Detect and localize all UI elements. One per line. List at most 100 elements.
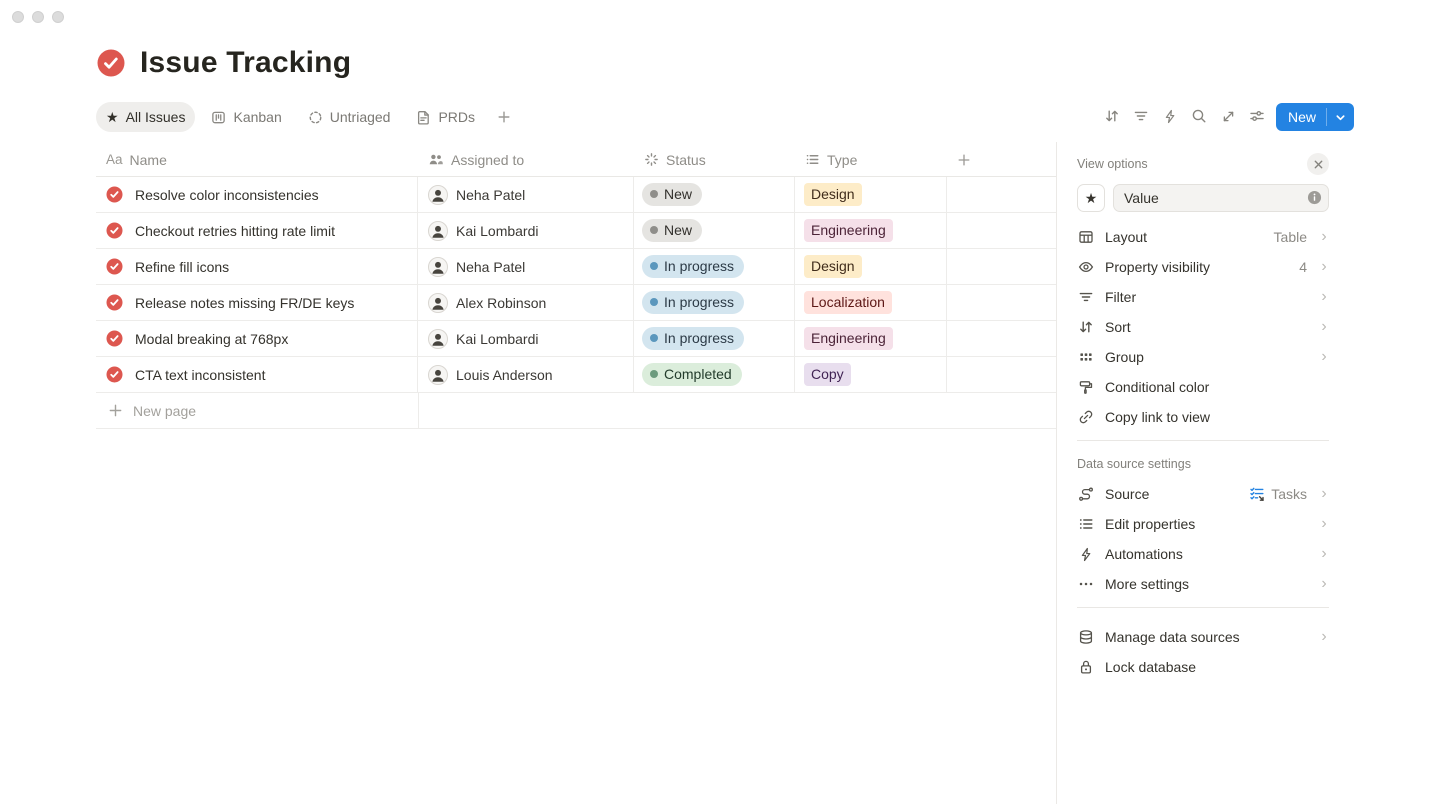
row-title[interactable]: Release notes missing FR/DE keys xyxy=(135,295,354,311)
view-name-input[interactable] xyxy=(1113,184,1329,212)
menu-item-group[interactable]: Group› xyxy=(1077,342,1329,372)
status-dot-icon xyxy=(650,334,658,342)
row-title[interactable]: Checkout retries hitting rate limit xyxy=(135,223,335,239)
name-cell[interactable]: Refine fill icons xyxy=(96,249,418,284)
status-cell[interactable]: In progress xyxy=(634,321,795,356)
tab-prds[interactable]: PRDs xyxy=(406,102,485,132)
type-cell[interactable]: Localization xyxy=(795,285,947,320)
window-close-button[interactable] xyxy=(12,11,24,23)
row-title[interactable]: Resolve color inconsistencies xyxy=(135,187,319,203)
column-header-name[interactable]: Aa Name xyxy=(96,143,418,176)
menu-item-automations[interactable]: Automations› xyxy=(1077,539,1329,569)
type-pill: Engineering xyxy=(804,219,893,242)
table-row[interactable]: Release notes missing FR/DE keys Alex Rob… xyxy=(96,285,1056,321)
empty-cell[interactable] xyxy=(947,213,1056,248)
automations-icon[interactable] xyxy=(1158,104,1182,128)
close-icon[interactable] xyxy=(1307,153,1329,175)
type-cell[interactable]: Design xyxy=(795,177,947,212)
menu-item-label: Layout xyxy=(1105,229,1264,245)
sort-arrows-icon[interactable] xyxy=(1100,104,1124,128)
type-cell[interactable]: Engineering xyxy=(795,213,947,248)
table-row[interactable]: Checkout retries hitting rate limit Kai L… xyxy=(96,213,1056,249)
expand-icon[interactable] xyxy=(1216,104,1240,128)
menu-item-label: Property visibility xyxy=(1105,259,1289,275)
type-cell[interactable]: Copy xyxy=(795,357,947,392)
assignee-cell[interactable]: Louis Anderson xyxy=(418,357,634,392)
row-title[interactable]: CTA text inconsistent xyxy=(135,367,265,383)
view-icon-button[interactable]: ★ xyxy=(1077,184,1105,212)
type-pill: Engineering xyxy=(804,327,893,350)
empty-cell[interactable] xyxy=(947,177,1056,212)
window-minimize-button[interactable] xyxy=(32,11,44,23)
assignee-cell[interactable]: Alex Robinson xyxy=(418,285,634,320)
panel-divider xyxy=(1077,607,1329,608)
new-button-label[interactable]: New xyxy=(1276,103,1326,131)
menu-item-sort[interactable]: Sort› xyxy=(1077,312,1329,342)
empty-cell[interactable] xyxy=(947,285,1056,320)
search-icon[interactable] xyxy=(1187,104,1211,128)
menu-item-layout[interactable]: LayoutTable› xyxy=(1077,222,1329,252)
type-cell[interactable]: Design xyxy=(795,249,947,284)
menu-item-edit-properties[interactable]: Edit properties› xyxy=(1077,509,1329,539)
assignee-cell[interactable]: Kai Lombardi xyxy=(418,213,634,248)
type-cell[interactable]: Engineering xyxy=(795,321,947,356)
tab-kanban[interactable]: Kanban xyxy=(201,102,291,132)
check-circle-icon[interactable] xyxy=(96,48,126,78)
tab-untriaged[interactable]: Untriaged xyxy=(298,102,401,132)
empty-cell[interactable] xyxy=(947,249,1056,284)
row-title[interactable]: Refine fill icons xyxy=(135,259,229,275)
assignee-name: Neha Patel xyxy=(456,187,525,203)
row-title[interactable]: Modal breaking at 768px xyxy=(135,331,288,347)
assignee-cell[interactable]: Kai Lombardi xyxy=(418,321,634,356)
name-cell[interactable]: Modal breaking at 768px xyxy=(96,321,418,356)
tab-all-issues[interactable]: ★ All Issues xyxy=(96,102,195,132)
status-label: Completed xyxy=(664,366,732,383)
menu-item-property-visibility[interactable]: Property visibility4› xyxy=(1077,252,1329,282)
menu-item-manage-data-sources[interactable]: Manage data sources› xyxy=(1077,622,1329,652)
status-dot-icon xyxy=(650,262,658,270)
status-cell[interactable]: Completed xyxy=(634,357,795,392)
new-page-row[interactable]: New page xyxy=(96,393,1056,429)
status-cell[interactable]: In progress xyxy=(634,285,795,320)
issues-table: Aa Name Assigned to Status Type Resolve … xyxy=(96,143,1056,429)
menu-item-more-settings[interactable]: More settings› xyxy=(1077,569,1329,599)
menu-item-source[interactable]: SourceTasks› xyxy=(1077,479,1329,509)
filter-lines-icon[interactable] xyxy=(1129,104,1153,128)
menu-item-copy-link-to-view[interactable]: Copy link to view› xyxy=(1077,402,1329,432)
status-cell[interactable]: New xyxy=(634,177,795,212)
name-cell[interactable]: Release notes missing FR/DE keys xyxy=(96,285,418,320)
empty-cell[interactable] xyxy=(947,321,1056,356)
name-cell[interactable]: Resolve color inconsistencies xyxy=(96,177,418,212)
tab-label: All Issues xyxy=(126,109,186,125)
table-row[interactable]: Modal breaking at 768px Kai LombardiIn pr… xyxy=(96,321,1056,357)
window-zoom-button[interactable] xyxy=(52,11,64,23)
name-cell[interactable]: CTA text inconsistent xyxy=(96,357,418,392)
menu-item-conditional-color[interactable]: Conditional color› xyxy=(1077,372,1329,402)
menu-item-label: Source xyxy=(1105,486,1239,502)
column-header-assigned-to[interactable]: Assigned to xyxy=(418,143,634,176)
menu-item-lock-database[interactable]: Lock database› xyxy=(1077,652,1329,682)
assignee-cell[interactable]: Neha Patel xyxy=(418,177,634,212)
status-cell[interactable]: New xyxy=(634,213,795,248)
new-button[interactable]: New xyxy=(1276,103,1354,131)
settings-sliders-icon[interactable] xyxy=(1245,104,1269,128)
add-column-button[interactable] xyxy=(947,143,1056,176)
chevron-right-icon: › xyxy=(1319,546,1329,562)
info-icon[interactable] xyxy=(1307,190,1322,205)
table-row[interactable]: Refine fill icons Neha PatelIn progressDe… xyxy=(96,249,1056,285)
menu-item-label: Sort xyxy=(1105,319,1297,335)
status-cell[interactable]: In progress xyxy=(634,249,795,284)
chevron-down-icon[interactable] xyxy=(1327,103,1354,131)
column-header-type[interactable]: Type xyxy=(795,143,947,176)
empty-cell[interactable] xyxy=(947,357,1056,392)
menu-item-filter[interactable]: Filter› xyxy=(1077,282,1329,312)
page-title[interactable]: Issue Tracking xyxy=(140,46,351,80)
assignee-cell[interactable]: Neha Patel xyxy=(418,249,634,284)
star-icon: ★ xyxy=(1085,190,1098,207)
column-header-status[interactable]: Status xyxy=(634,143,795,176)
tab-label: PRDs xyxy=(438,109,475,125)
table-row[interactable]: Resolve color inconsistencies Neha Patel N… xyxy=(96,177,1056,213)
name-cell[interactable]: Checkout retries hitting rate limit xyxy=(96,213,418,248)
table-row[interactable]: CTA text inconsistent Louis Anderson Compl… xyxy=(96,357,1056,393)
add-view-button[interactable] xyxy=(491,104,517,130)
